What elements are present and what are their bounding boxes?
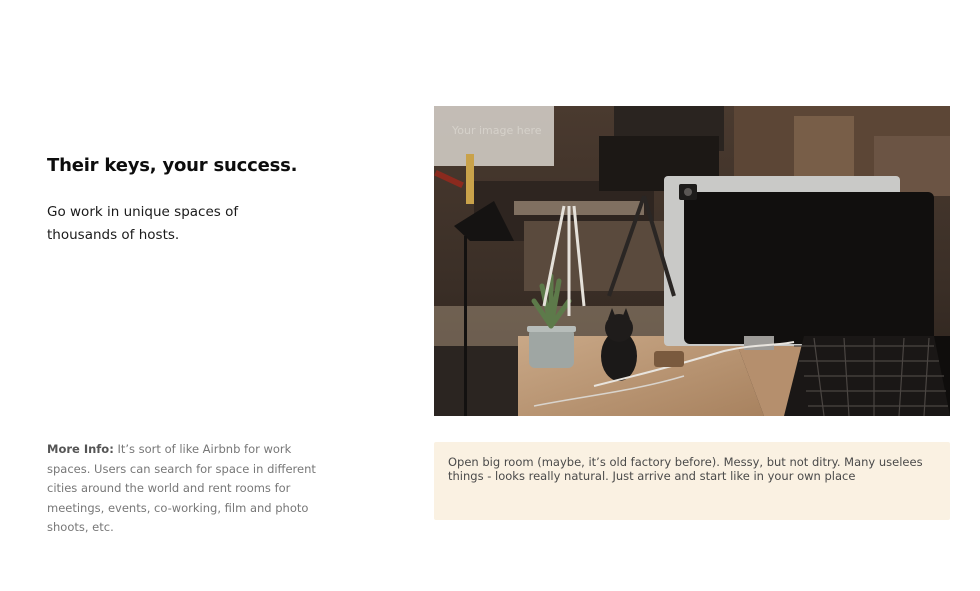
more-info-paragraph: More Info: It’s sort of like Airbnb for … bbox=[47, 440, 332, 538]
hero-subtext: Go work in unique spaces of thousands of… bbox=[47, 204, 239, 243]
workspace-photo-illustration bbox=[434, 106, 950, 416]
note-text: Open big room (maybe, it’s old factory b… bbox=[448, 455, 923, 483]
image-description-note: Open big room (maybe, it’s old factory b… bbox=[434, 442, 950, 520]
more-info-label: More Info: bbox=[47, 442, 114, 456]
page-headline: Their keys, your success. bbox=[47, 155, 298, 176]
workspace-photo: Your image here bbox=[434, 106, 950, 416]
image-placeholder-label: Your image here bbox=[452, 124, 542, 137]
